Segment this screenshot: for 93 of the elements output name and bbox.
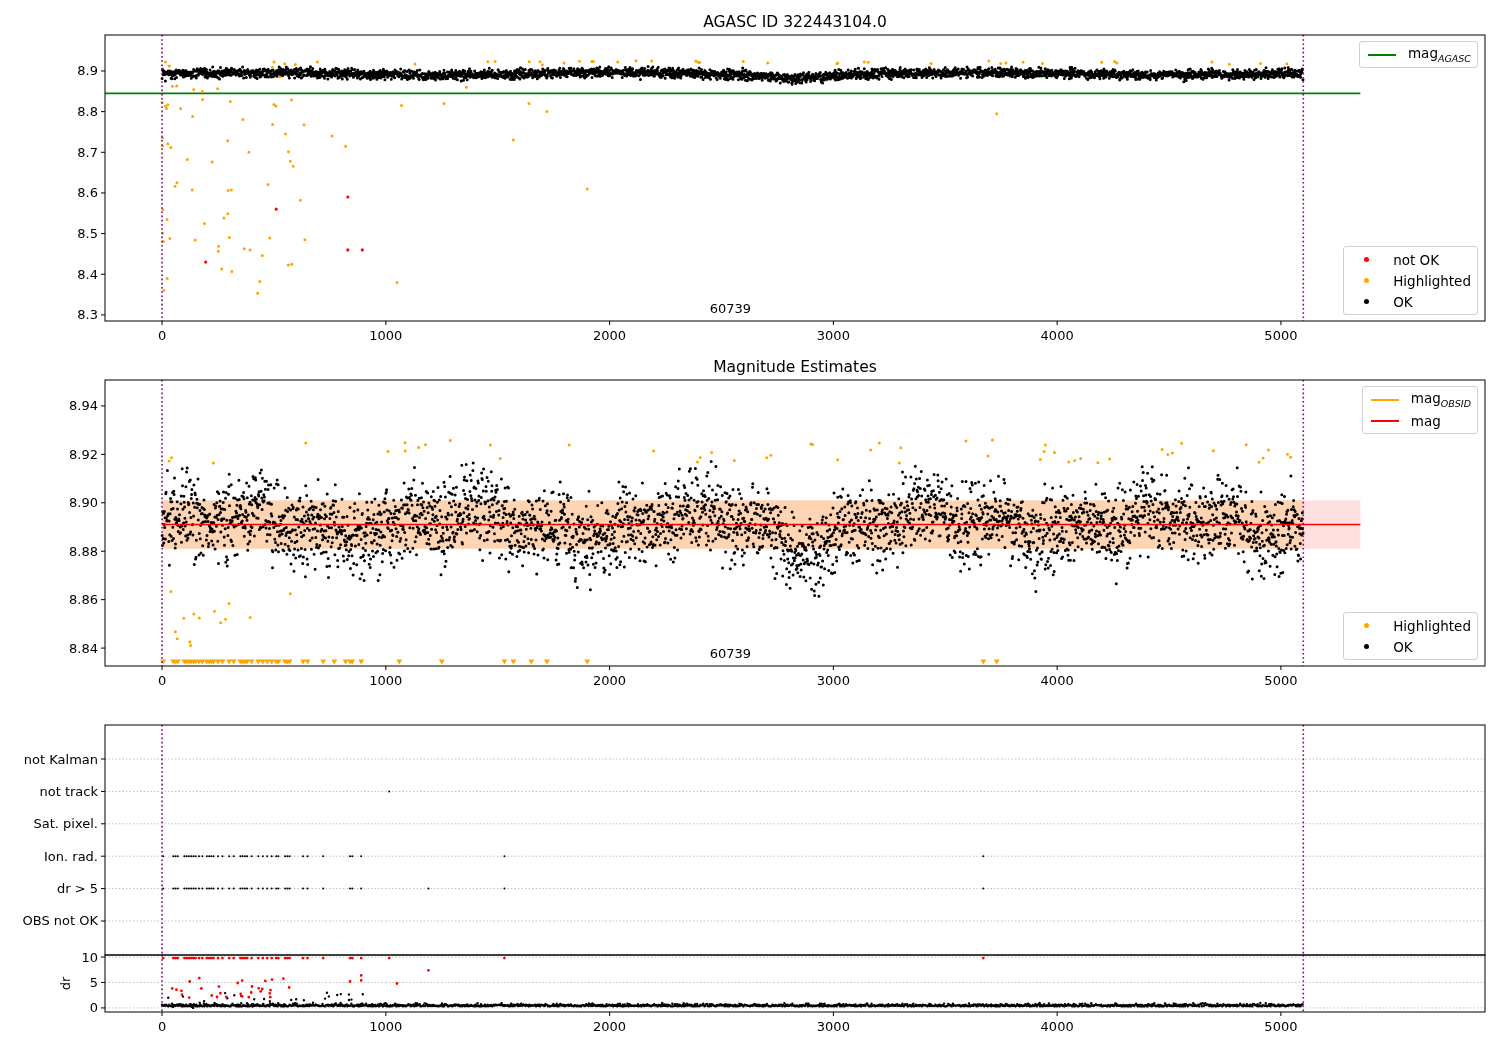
legend-label: Highlighted — [1393, 617, 1471, 634]
tick-label: 8.86 — [69, 592, 98, 608]
annotation-text: 60739 — [709, 301, 752, 316]
chart-title: AGASC ID 322443104.0 — [703, 13, 887, 31]
tick-mark — [100, 982, 106, 983]
tick-label: 2000 — [593, 1019, 627, 1034]
tick-label: 8.90 — [69, 495, 98, 511]
tick-label: 5000 — [1264, 328, 1298, 343]
tick-mark — [385, 1011, 387, 1017]
tick-mark — [161, 320, 163, 326]
tick-mark — [100, 314, 106, 316]
tick-label: 0 — [157, 673, 167, 688]
tick-mark — [161, 1011, 163, 1017]
chart-title: Magnitude Estimates — [713, 358, 877, 376]
tick-mark — [100, 502, 106, 504]
tick-label: Sat. pixel. — [33, 816, 98, 832]
tick-mark — [609, 665, 611, 671]
tick-label: 1000 — [369, 673, 403, 688]
tick-label: 1000 — [369, 328, 403, 343]
tick-label: 8.7 — [77, 144, 98, 160]
tick-mark — [100, 70, 106, 72]
axis-label: dr — [57, 976, 73, 991]
tick-mark — [100, 453, 106, 455]
tick-label: 8.4 — [77, 266, 98, 282]
tick-mark — [100, 151, 106, 153]
tick-label: 0 — [157, 1019, 167, 1034]
tick-label: 10 — [81, 949, 98, 965]
tick-label: 5000 — [1264, 673, 1298, 688]
tick-mark — [100, 1007, 106, 1009]
tick-mark — [1280, 1011, 1282, 1017]
tick-mark — [100, 758, 106, 760]
tick-label: not track — [39, 783, 98, 799]
tick-mark — [100, 888, 106, 890]
tick-mark — [100, 956, 106, 958]
legend-label: not OK — [1393, 251, 1440, 268]
tick-mark — [385, 665, 387, 671]
tick-mark — [832, 1011, 834, 1017]
tick-label: 8.88 — [69, 543, 98, 559]
tick-mark — [100, 790, 106, 792]
tick-mark — [609, 320, 611, 326]
legend-label: mag$_{OBSID}$ — [1410, 390, 1471, 409]
tick-label: 4000 — [1040, 328, 1074, 343]
tick-label: 8.8 — [77, 104, 98, 120]
tick-label: 8.5 — [77, 226, 98, 242]
tick-mark — [100, 855, 106, 857]
tick-mark — [1056, 320, 1058, 326]
tick-label: 3000 — [816, 1019, 850, 1034]
tick-mark — [100, 233, 106, 235]
tick-mark — [100, 192, 106, 194]
tick-label: 3000 — [816, 328, 850, 343]
tick-mark — [1280, 665, 1282, 671]
tick-label: not Kalman — [23, 751, 98, 767]
tick-label: 0 — [89, 1000, 98, 1016]
tick-mark — [609, 1011, 611, 1017]
tick-label: 2000 — [593, 673, 627, 688]
tick-label: 2000 — [593, 328, 627, 343]
tick-label: 8.84 — [69, 640, 98, 656]
tick-mark — [100, 920, 106, 922]
tick-label: 8.9 — [77, 63, 98, 79]
tick-label: 5000 — [1264, 1019, 1298, 1034]
legend-label: mag — [1410, 412, 1441, 429]
tick-mark — [100, 405, 106, 407]
tick-mark — [832, 320, 834, 326]
tick-mark — [832, 665, 834, 671]
tick-label: 8.6 — [77, 185, 98, 201]
tick-mark — [100, 273, 106, 275]
tick-label: 8.3 — [77, 307, 98, 323]
tick-label: 4000 — [1040, 1019, 1074, 1034]
tick-mark — [100, 111, 106, 113]
tick-mark — [1280, 320, 1282, 326]
tick-mark — [100, 823, 106, 825]
tick-label: 8.92 — [69, 446, 98, 462]
legend-label: OK — [1393, 638, 1413, 655]
annotation-text: 60739 — [709, 646, 752, 661]
tick-mark — [100, 550, 106, 552]
tick-label: 5 — [89, 975, 98, 990]
tick-label: Ion. rad. — [44, 848, 98, 864]
tick-label: 3000 — [816, 673, 850, 688]
tick-label: 1000 — [369, 1019, 403, 1034]
tick-mark — [1056, 1011, 1058, 1017]
tick-label: 0 — [157, 328, 167, 343]
tick-mark — [1056, 665, 1058, 671]
tick-mark — [161, 665, 163, 671]
tick-label: 4000 — [1040, 673, 1074, 688]
tick-mark — [100, 647, 106, 649]
legend-label: mag$_{AGASC}$ — [1407, 45, 1471, 64]
tick-mark — [100, 599, 106, 601]
legend-label: Highlighted — [1393, 272, 1471, 289]
tick-label: OBS not OK — [22, 913, 98, 929]
tick-label: dr > 5 — [56, 881, 98, 897]
tick-mark — [385, 320, 387, 326]
legend-label: OK — [1393, 293, 1413, 310]
tick-label: 8.94 — [69, 398, 98, 414]
